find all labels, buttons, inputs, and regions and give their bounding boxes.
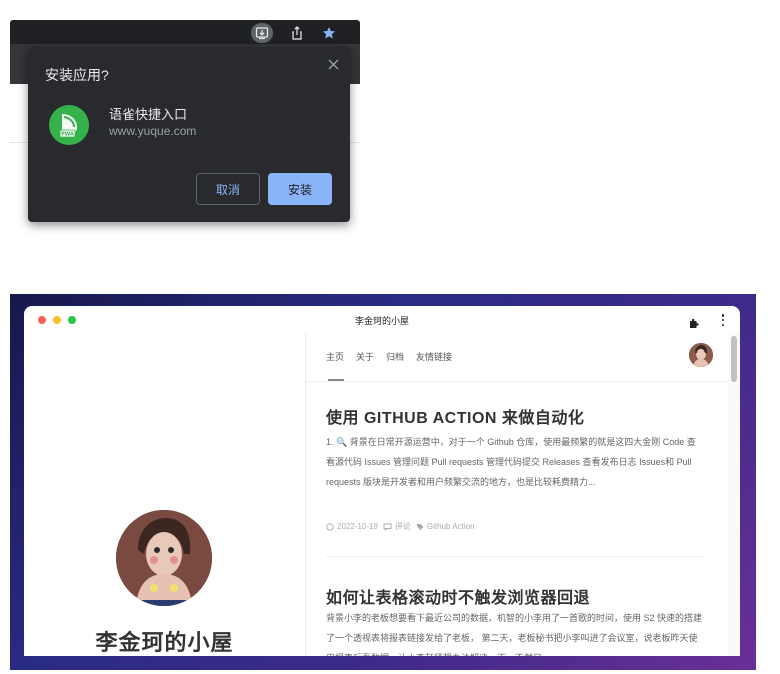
post-tag[interactable]: Github Action	[416, 522, 475, 531]
more-menu-icon[interactable]	[720, 313, 726, 327]
yuque-app-icon: PWA	[49, 105, 89, 145]
tag-icon	[416, 523, 424, 530]
close-icon[interactable]	[326, 57, 340, 71]
install-button[interactable]: 安装	[268, 173, 332, 205]
post-date-text: 2022-10-19	[337, 522, 378, 531]
cancel-button[interactable]: 取消	[196, 173, 260, 205]
nav-item-home[interactable]: 主页	[326, 350, 344, 363]
nav-divider	[306, 381, 728, 382]
window-titlebar: 李金珂的小屋	[24, 306, 740, 332]
site-name: 李金珂的小屋	[95, 630, 234, 655]
profile-sidebar: 李金珂的小屋	[24, 332, 305, 656]
browser-toolbar	[10, 20, 360, 44]
clock-icon	[326, 522, 334, 531]
post-excerpt: 背景小李的老板想要看下最近公司的数据，机智的小李用了一首歌的时间，使用 S2 快…	[326, 613, 703, 656]
post-comments[interactable]: 评论	[383, 521, 411, 532]
nav-item-archive[interactable]: 归档	[386, 350, 404, 363]
post-title[interactable]: 如何让表格滚动时不触发浏览器回退	[326, 584, 590, 608]
dialog-title: 安装应用?	[45, 67, 109, 83]
star-icon[interactable]	[318, 23, 340, 43]
nav-item-about[interactable]: 关于	[356, 350, 374, 363]
extensions-icon[interactable]	[688, 314, 700, 328]
share-icon[interactable]	[286, 23, 308, 43]
nav-item-friend-links[interactable]: 友情链接	[416, 350, 452, 363]
profile-avatar	[116, 510, 212, 606]
pwa-badge: PWA	[61, 132, 74, 138]
app-name: 语雀快捷入口	[109, 107, 188, 122]
post-date: 2022-10-19	[326, 522, 378, 531]
install-icon[interactable]	[251, 23, 273, 43]
pwa-app-window: 李金珂的小屋 李金珂的小屋 主页 关于 归档 友情链接 使用 GITHUB AC…	[24, 306, 740, 656]
window-title: 李金珂的小屋	[354, 316, 409, 326]
post-excerpt: 1. 🔍 背景在日常开源运营中，对于一个 Github 仓库，使用最频繁的就是这…	[326, 437, 696, 487]
comment-icon	[383, 523, 392, 531]
install-app-dialog: 安装应用? PWA 语雀快捷入口 www.yuque.com 取消 安装	[28, 47, 350, 222]
post-title[interactable]: 使用 GITHUB ACTION 来做自动化	[326, 404, 584, 428]
app-url: www.yuque.com	[109, 124, 197, 138]
post-meta: 2022-10-19 评论 Github Action	[326, 521, 475, 532]
post-tag-text: Github Action	[426, 522, 475, 531]
post-separator	[326, 556, 704, 557]
content-pane: 主页 关于 归档 友情链接 使用 GITHUB ACTION 来做自动化 1. …	[306, 332, 740, 656]
main-nav: 主页 关于 归档 友情链接	[326, 350, 452, 363]
scrollbar-thumb[interactable]	[731, 336, 737, 382]
post-comments-text: 评论	[394, 522, 411, 531]
nav-avatar[interactable]	[689, 343, 713, 367]
